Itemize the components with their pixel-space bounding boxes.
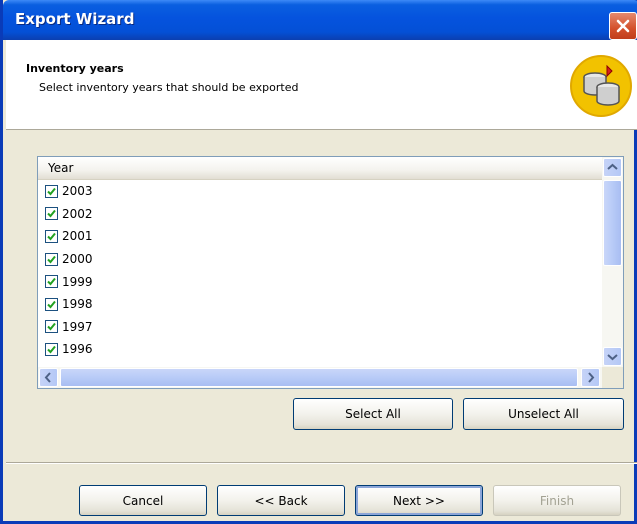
- year-label: 2003: [62, 184, 93, 199]
- year-label: 2000: [62, 252, 93, 267]
- year-label: 2001: [62, 229, 93, 244]
- export-wizard-window: Export Wizard Inventory years Select inv…: [0, 0, 637, 524]
- horizontal-scroll-thumb[interactable]: [60, 368, 578, 387]
- database-export-icon: [570, 55, 632, 117]
- list-item[interactable]: 2000: [38, 248, 602, 271]
- horizontal-scrollbar[interactable]: [38, 367, 602, 388]
- back-button[interactable]: << Back: [217, 485, 345, 516]
- year-label: 1996: [62, 342, 93, 357]
- chevron-right-icon: [588, 372, 595, 383]
- wizard-header: Inventory years Select inventory years t…: [6, 40, 637, 130]
- next-button[interactable]: Next >>: [355, 485, 483, 516]
- list-item[interactable]: 1998: [38, 293, 602, 316]
- year-checkbox[interactable]: [45, 297, 58, 311]
- list-item[interactable]: 2003: [38, 180, 602, 203]
- year-listview[interactable]: Year 2003 2002 2001 2000 1999 1998 1997 1996: [37, 156, 624, 389]
- year-label: 2002: [62, 206, 93, 221]
- window-title: Export Wizard: [15, 10, 135, 28]
- scroll-left-button[interactable]: [39, 368, 58, 387]
- chevron-down-icon: [607, 354, 618, 361]
- column-header-year[interactable]: Year: [38, 157, 602, 180]
- chevron-left-icon: [44, 372, 51, 383]
- close-button[interactable]: [609, 12, 637, 40]
- list-item[interactable]: 2001: [38, 225, 602, 248]
- vertical-scrollbar[interactable]: [602, 157, 623, 367]
- vertical-scroll-thumb[interactable]: [603, 180, 622, 266]
- chevron-up-icon: [607, 163, 618, 170]
- year-checkbox[interactable]: [45, 207, 58, 221]
- checkmark-icon: [47, 232, 56, 241]
- year-list: 2003 2002 2001 2000 1999 1998 1997 1996: [38, 180, 602, 361]
- year-checkbox[interactable]: [45, 252, 58, 266]
- year-checkbox[interactable]: [45, 229, 58, 243]
- select-all-button[interactable]: Select All: [293, 398, 453, 430]
- year-checkbox[interactable]: [45, 320, 58, 334]
- year-label: 1998: [62, 297, 93, 312]
- year-label: 1997: [62, 319, 93, 334]
- list-item[interactable]: 1999: [38, 270, 602, 293]
- checkmark-icon: [47, 187, 56, 196]
- column-header-label: Year: [48, 161, 74, 175]
- year-checkbox[interactable]: [45, 184, 58, 198]
- list-item[interactable]: 1997: [38, 316, 602, 339]
- footer-divider-highlight: [6, 463, 637, 464]
- page-subtitle: Select inventory years that should be ex…: [39, 81, 299, 94]
- checkmark-icon: [47, 210, 56, 218]
- cancel-button[interactable]: Cancel: [79, 485, 207, 516]
- scroll-up-button[interactable]: [603, 158, 622, 177]
- checkmark-icon: [47, 323, 56, 331]
- year-checkbox[interactable]: [45, 275, 58, 289]
- year-label: 1999: [62, 274, 93, 289]
- checkmark-icon: [47, 345, 56, 354]
- checkmark-icon: [47, 255, 56, 264]
- checkmark-icon: [47, 278, 56, 286]
- title-bar[interactable]: Export Wizard: [3, 0, 637, 40]
- page-title: Inventory years: [26, 62, 124, 75]
- unselect-all-button[interactable]: Unselect All: [463, 398, 624, 430]
- scroll-down-button[interactable]: [603, 347, 622, 366]
- list-item[interactable]: 1996: [38, 338, 602, 361]
- checkmark-icon: [47, 300, 56, 309]
- finish-button[interactable]: Finish: [493, 485, 621, 516]
- list-item[interactable]: 2002: [38, 203, 602, 226]
- scrollbar-corner: [602, 367, 623, 388]
- scroll-right-button[interactable]: [581, 368, 600, 387]
- year-checkbox[interactable]: [45, 342, 58, 356]
- close-icon: [616, 19, 630, 33]
